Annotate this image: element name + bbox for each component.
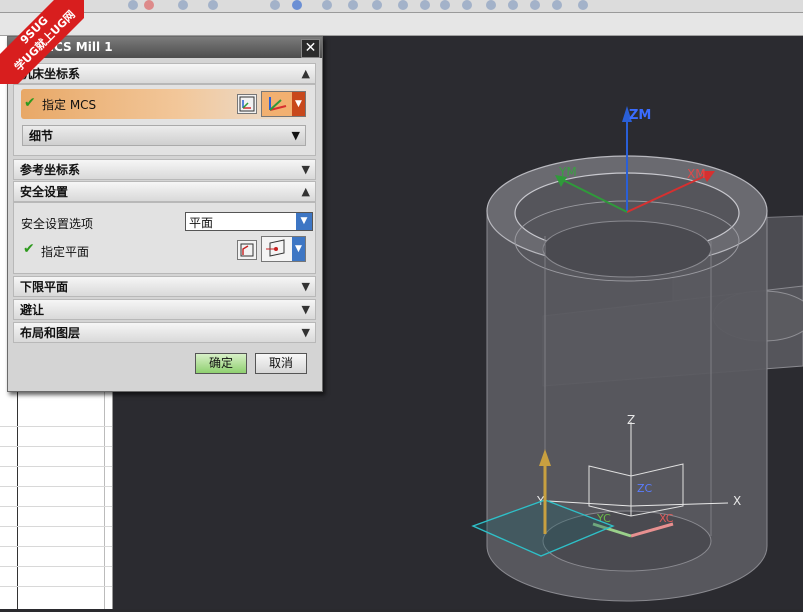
section-lower-limit-plane[interactable]: 下限平面 ▼: [13, 276, 316, 297]
toolbar-icon[interactable]: [508, 0, 518, 10]
table-row[interactable]: [0, 426, 112, 427]
check-icon: ✔: [24, 95, 36, 111]
section-reference-csys[interactable]: 参考坐标系 ▼: [13, 159, 316, 180]
toolbar-icon[interactable]: [128, 0, 138, 10]
zm-label: ZM: [629, 108, 651, 123]
plane-type-dropdown[interactable]: ▼: [261, 236, 306, 262]
machine-csys-panel: ✔ 指定 MCS ▼ 细节 ▼: [13, 84, 316, 156]
specify-plane-label: 指定平面: [41, 245, 90, 259]
toolbar-icon[interactable]: [552, 0, 562, 10]
table-row[interactable]: [0, 506, 112, 507]
clearance-option-label: 安全设置选项: [21, 217, 94, 231]
specify-mcs-row[interactable]: ✔ 指定 MCS ▼: [21, 89, 309, 119]
secondary-toolbar: [0, 13, 803, 36]
xm-label: XM: [687, 167, 706, 181]
section-label: 避让: [20, 303, 45, 317]
close-button[interactable]: ✕: [301, 39, 320, 58]
table-row[interactable]: [0, 446, 112, 447]
csys-dialog-icon[interactable]: [237, 94, 257, 114]
section-label: 参考坐标系: [20, 163, 81, 177]
chevron-down-icon: ▼: [301, 163, 310, 176]
section-avoidance[interactable]: 避让 ▼: [13, 299, 316, 320]
section-label: 细节: [29, 129, 54, 143]
toolbar-icon[interactable]: [292, 0, 302, 10]
table-row[interactable]: [0, 486, 112, 487]
table-row[interactable]: [0, 546, 112, 547]
toolbar-icon[interactable]: [530, 0, 540, 10]
table-row[interactable]: [0, 566, 112, 567]
csys-triad-icon: [269, 97, 287, 111]
chevron-down-icon: ▼: [296, 213, 312, 230]
toolbar-icon[interactable]: [486, 0, 496, 10]
toolbar-icon[interactable]: [208, 0, 218, 10]
chevron-down-icon: ▼: [301, 280, 310, 293]
clearance-option-select[interactable]: 平面 ▼: [185, 212, 313, 231]
toolbar-icon[interactable]: [322, 0, 332, 10]
chevron-down-icon: ▼: [301, 326, 310, 339]
ym-label: YM: [558, 165, 577, 179]
toolbar-icon[interactable]: [270, 0, 280, 10]
table-row[interactable]: [0, 586, 112, 587]
plane-dialog-icon[interactable]: [237, 240, 257, 260]
section-label: 安全设置: [20, 185, 69, 199]
mcs-mill-dialog: MCS Mill 1 ✕ 机床坐标系 ▲ ✔ 指定 MCS ▼ 细节 ▼ 参考坐…: [7, 36, 323, 392]
table-row[interactable]: [0, 466, 112, 467]
model-inner-bore: [542, 220, 712, 278]
site-watermark-logo: 9SUG 学UG就上UG网: [0, 0, 84, 84]
toolbar-icon[interactable]: [398, 0, 408, 10]
ok-button[interactable]: 确定: [195, 353, 247, 374]
toolbar-icon[interactable]: [462, 0, 472, 10]
toolbar-icon[interactable]: [440, 0, 450, 10]
specify-mcs-label: 指定 MCS: [42, 98, 97, 112]
clearance-panel: 安全设置选项 平面 ▼ ✔ 指定平面 ▼: [13, 202, 316, 274]
watermark-ribbon: 9SUG 学UG就上UG网: [0, 0, 84, 84]
toolbar-icon[interactable]: [578, 0, 588, 10]
clearance-option-value: 平面: [189, 216, 214, 230]
section-details[interactable]: 细节 ▼: [22, 125, 306, 146]
chevron-up-icon: ▲: [301, 67, 310, 80]
chevron-down-icon: ▼: [292, 92, 305, 116]
x-label: X: [733, 494, 741, 508]
plane-icon: [266, 239, 285, 257]
toolbar-icon[interactable]: [420, 0, 430, 10]
section-layout-layers[interactable]: 布局和图层 ▼: [13, 322, 316, 343]
cancel-button[interactable]: 取消: [255, 353, 307, 374]
zc-label: ZC: [637, 482, 653, 495]
mcs-type-dropdown[interactable]: ▼: [261, 91, 306, 117]
toolbar-icon[interactable]: [144, 0, 154, 10]
top-toolbar: [0, 0, 803, 13]
table-row[interactable]: [0, 526, 112, 527]
toolbar-icon[interactable]: [348, 0, 358, 10]
chevron-down-icon: ▼: [291, 129, 300, 142]
section-clearance[interactable]: 安全设置 ▲: [13, 181, 316, 202]
section-label: 下限平面: [20, 280, 69, 294]
z-label: Z: [627, 413, 635, 427]
chevron-down-icon: ▼: [292, 237, 305, 261]
toolbar-icon[interactable]: [372, 0, 382, 10]
check-icon: ✔: [23, 241, 35, 257]
chevron-down-icon: ▼: [301, 303, 310, 316]
chevron-up-icon: ▲: [301, 185, 310, 198]
section-label: 布局和图层: [20, 326, 81, 340]
toolbar-icon[interactable]: [178, 0, 188, 10]
